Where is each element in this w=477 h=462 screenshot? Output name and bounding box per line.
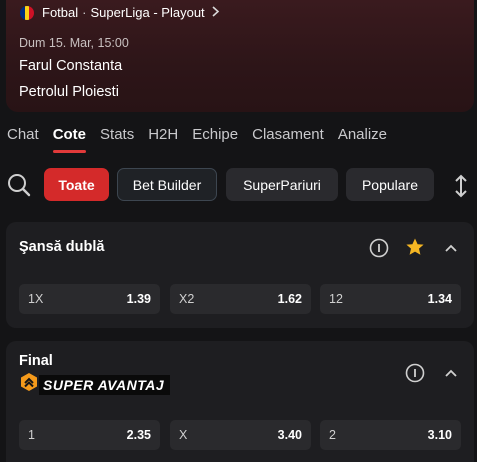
odd-value: 3.10 xyxy=(427,428,452,442)
tab-cote[interactable]: Cote xyxy=(52,124,87,155)
filter-superpariuri-button[interactable]: SuperPariuri xyxy=(226,168,338,201)
info-icon[interactable] xyxy=(405,363,425,383)
chevron-up-icon[interactable] xyxy=(441,238,461,258)
odd-label: 2 xyxy=(329,428,336,442)
odd-button-x2[interactable]: X2 1.62 xyxy=(170,284,311,314)
odd-label: X2 xyxy=(179,292,195,306)
tab-clasament[interactable]: Clasament xyxy=(252,124,324,155)
odd-label: 1 xyxy=(28,428,35,442)
info-icon[interactable] xyxy=(369,238,389,258)
odd-button-1[interactable]: 1 2.35 xyxy=(19,420,160,450)
odd-value: 1.62 xyxy=(277,292,302,306)
sort-icon[interactable] xyxy=(452,174,470,198)
odd-label: X xyxy=(179,428,188,442)
star-icon[interactable] xyxy=(405,237,425,257)
market-title: Şansă dublă xyxy=(19,239,105,255)
market-title: Final xyxy=(19,353,53,369)
market-filter-bar: Toate Bet Builder SuperPariuri Populare xyxy=(0,168,477,204)
flag-icon xyxy=(20,5,34,20)
odd-value: 2.35 xyxy=(126,428,151,442)
tab-echipe[interactable]: Echipe xyxy=(192,124,238,155)
odd-button-x[interactable]: X 3.40 xyxy=(170,420,311,450)
breadcrumb-sport[interactable]: Fotbal xyxy=(42,5,78,20)
chevron-up-icon[interactable] xyxy=(441,363,461,383)
search-icon[interactable] xyxy=(6,172,32,198)
odd-value: 3.40 xyxy=(277,428,302,442)
breadcrumb-competition[interactable]: SuperLiga - Playout xyxy=(90,5,204,20)
tab-h2h[interactable]: H2H xyxy=(148,124,178,155)
match-header-card: Fotbal · SuperLiga - Playout Dum 15. Mar… xyxy=(6,0,474,112)
super-avantaj-badge: SUPER AVANTAJ xyxy=(19,372,171,397)
tab-analize[interactable]: Analize xyxy=(338,124,387,155)
odd-value: 1.39 xyxy=(126,292,151,306)
odd-label: 12 xyxy=(329,292,343,306)
odd-label: 1X xyxy=(28,292,44,306)
tab-chat[interactable]: Chat xyxy=(7,124,39,155)
filter-toate-button[interactable]: Toate xyxy=(44,168,109,201)
super-avantaj-badge-icon xyxy=(19,372,39,397)
match-date: Dum 15. Mar, 15:00 xyxy=(19,36,129,50)
filter-populare-button[interactable]: Populare xyxy=(346,168,434,201)
away-team: Petrolul Ploiesti xyxy=(19,84,119,100)
odd-button-1x[interactable]: 1X 1.39 xyxy=(19,284,160,314)
market-sansa-dubla: Şansă dublă 1X 1.39 X2 1.62 12 1.34 xyxy=(6,222,474,328)
filter-bet-builder-button[interactable]: Bet Builder xyxy=(117,168,217,201)
market-final: Final SUPER AVANTAJ 1 2.35 X 3.40 2 3.10 xyxy=(6,341,474,462)
tab-stats[interactable]: Stats xyxy=(100,124,134,155)
breadcrumb-separator: · xyxy=(82,5,87,20)
odd-button-2[interactable]: 2 3.10 xyxy=(320,420,461,450)
super-avantaj-label: SUPER AVANTAJ xyxy=(39,374,171,395)
tab-bar: Chat Cote Stats H2H Echipe Clasament Ana… xyxy=(0,124,394,155)
odd-button-12[interactable]: 12 1.34 xyxy=(320,284,461,314)
breadcrumb[interactable]: Fotbal · SuperLiga - Playout xyxy=(20,5,220,20)
chevron-right-icon xyxy=(211,5,220,20)
odd-value: 1.34 xyxy=(427,292,452,306)
home-team: Farul Constanta xyxy=(19,58,123,74)
